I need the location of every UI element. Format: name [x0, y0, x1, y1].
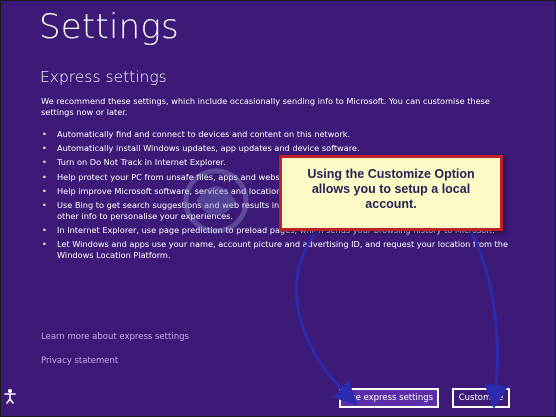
customise-button[interactable]: Customise: [452, 388, 510, 408]
learn-more-link[interactable]: Learn more about express settings: [41, 332, 189, 342]
intro-text: We recommend these settings, which inclu…: [41, 96, 490, 117]
watermark-logo-icon: [183, 168, 249, 234]
callout-line: Using the Customize Option: [307, 167, 475, 181]
section-title: Express settings: [40, 68, 167, 86]
ease-of-access-icon[interactable]: [3, 388, 17, 404]
annotation-callout: Using the Customize Option allows you to…: [279, 155, 503, 231]
privacy-statement-link[interactable]: Privacy statement: [41, 356, 118, 366]
list-item: • Automatically install Windows updates, …: [42, 143, 360, 154]
callout-line: account.: [365, 197, 417, 211]
callout-line: allows you to setup a local: [311, 182, 471, 196]
screenshot-frame: Settings Express settings We recommend t…: [0, 0, 556, 417]
use-express-settings-button[interactable]: Use express settings: [339, 388, 439, 408]
list-item: • Let Windows and apps use your name, acc…: [42, 239, 508, 261]
list-item: • Automatically find and connect to devic…: [42, 129, 351, 139]
page-title: Settings: [39, 7, 179, 47]
